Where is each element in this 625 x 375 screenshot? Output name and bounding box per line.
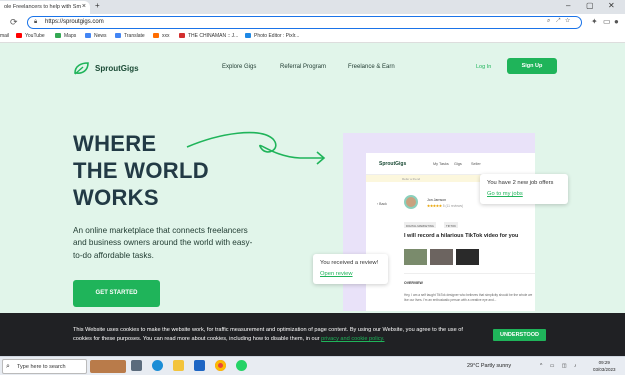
taskbar-search-placeholder: Type here to search xyxy=(17,364,66,370)
signup-button[interactable]: Sign Up xyxy=(507,58,557,74)
nav-explore-gigs[interactable]: Explore Gigs xyxy=(222,64,256,70)
login-link[interactable]: Log In xyxy=(476,64,491,70)
maximize-button[interactable]: ▢ xyxy=(586,1,594,10)
system-tray-icons[interactable]: ^ ▭ ◫ ♪ xyxy=(540,363,579,369)
preview-nav-gigs: Gigs xyxy=(454,162,462,166)
decorative-arrow-icon xyxy=(186,131,326,165)
hero-description: An online marketplace that connects free… xyxy=(73,226,253,260)
edge-icon[interactable] xyxy=(152,360,163,371)
reload-icon[interactable]: ⟳ xyxy=(10,17,18,28)
preview-gallery-image xyxy=(456,249,479,265)
browser-tab-bar: ole Freelancers to help with Sm × + – ▢ … xyxy=(0,0,625,14)
search-highlight-image xyxy=(90,360,126,373)
preview-gallery-image xyxy=(404,249,427,265)
chinaman-icon xyxy=(179,33,185,38)
hero-line-3: WORKS xyxy=(73,185,159,210)
translate-icon xyxy=(115,33,121,38)
extensions-icon[interactable]: ✦ xyxy=(591,17,598,26)
bookmark-mail[interactable]: mail xyxy=(0,33,9,39)
clock-time: 09:29 xyxy=(598,360,610,365)
task-view-icon[interactable] xyxy=(131,360,142,371)
preview-tag-tiktok: TIKTOK xyxy=(444,222,459,228)
cookie-text: This Website uses cookies to make the we… xyxy=(73,327,463,342)
preview-avatar xyxy=(404,195,418,209)
leaf-logo-icon xyxy=(74,62,89,75)
preview-divider xyxy=(404,273,535,274)
windows-taskbar: ⌕ Type here to search 29°C Partly sunny … xyxy=(0,356,625,375)
tab-title: ole Freelancers to help with Sm xyxy=(4,4,82,10)
new-tab-button[interactable]: + xyxy=(95,1,100,10)
nav-freelance-earn[interactable]: Freelance & Earn xyxy=(348,64,395,70)
browser-tab[interactable]: ole Freelancers to help with Sm × xyxy=(0,1,90,14)
address-bar-row: ⟳ 🔒︎ https://sproutgigs.com ⌕↗☆ ✦ ▭ ● xyxy=(0,14,625,31)
news-icon xyxy=(85,33,91,38)
bookmark-pixlr[interactable]: Photo Editor : Pixlr... xyxy=(245,33,299,39)
url-field[interactable]: 🔒︎ https://sproutgigs.com ⌕↗☆ xyxy=(27,16,582,29)
preview-gallery-image xyxy=(430,249,453,265)
go-to-jobs-link[interactable]: Go to my jobs xyxy=(487,189,561,200)
review-text: You received a review! xyxy=(320,260,379,266)
file-explorer-icon[interactable] xyxy=(173,360,184,371)
bookmark-maps[interactable]: Maps xyxy=(55,33,76,39)
cookie-policy-link[interactable]: privacy and cookie policy. xyxy=(321,336,384,342)
get-started-button[interactable]: GET STARTED xyxy=(73,280,160,307)
pixlr-icon xyxy=(245,33,251,38)
preview-nav-seller: Seller xyxy=(471,162,481,166)
mail-icon[interactable] xyxy=(194,360,205,371)
bookmark-chinaman[interactable]: THE CHINAMAN :: J... xyxy=(179,33,238,39)
website-viewport: SproutGigs Explore Gigs Referral Program… xyxy=(0,43,625,313)
preview-nav-my-tasks: My Tasks xyxy=(433,162,449,166)
lock-icon[interactable]: 🔒︎ xyxy=(34,19,37,26)
bookmark-news[interactable]: News xyxy=(85,33,107,39)
preview-logo: SproutGigs xyxy=(379,161,407,167)
bookmarks-bar: mail YouTube Maps News Translate xxx THE… xyxy=(0,31,625,43)
preview-seller-name: Jon Jarnson xyxy=(427,198,447,202)
preview-navbar: SproutGigs My Tasks Gigs Seller xyxy=(366,153,535,175)
preview-back-link: ‹ Back xyxy=(377,202,387,206)
site-logo[interactable]: SproutGigs xyxy=(73,62,139,75)
url-text: https://sproutgigs.com xyxy=(45,19,104,25)
clock-date: 03/03/2023 xyxy=(593,367,616,372)
preview-gig-title: I will record a hilarious TikTok video f… xyxy=(404,233,519,239)
tab-close-icon[interactable]: × xyxy=(82,3,86,10)
bookmark-xxx[interactable]: xxx xyxy=(153,33,170,39)
xxx-icon xyxy=(153,33,159,38)
sidebar-icon[interactable]: ▭ xyxy=(603,17,611,26)
profile-icon[interactable]: ● xyxy=(614,17,619,26)
chrome-icon[interactable] xyxy=(215,360,226,371)
youtube-icon xyxy=(16,33,22,38)
search-icon: ⌕ xyxy=(6,363,10,370)
open-review-link[interactable]: Open review xyxy=(320,269,381,280)
preview-overview-heading: OVERVIEW xyxy=(404,281,423,285)
preview-tag-digital-marketing: DIGITAL MARKETING xyxy=(404,222,436,228)
close-window-button[interactable]: ✕ xyxy=(608,1,615,10)
logo-text: SproutGigs xyxy=(95,64,139,73)
bookmark-youtube[interactable]: YouTube xyxy=(16,33,45,39)
bookmark-translate[interactable]: Translate xyxy=(115,33,145,39)
taskbar-search[interactable]: ⌕ Type here to search xyxy=(2,359,87,374)
minimize-button[interactable]: – xyxy=(566,1,570,10)
cookie-banner: This Website uses cookies to make the we… xyxy=(0,313,625,356)
preview-overview-text: Hey, I am a self taught TikTok designer … xyxy=(404,293,533,302)
maps-icon xyxy=(55,33,61,38)
job-offers-text: You have 2 new job offers xyxy=(487,180,554,186)
review-popup: You received a review! Open review xyxy=(313,254,388,284)
nav-referral-program[interactable]: Referral Program xyxy=(280,64,326,70)
understood-button[interactable]: UNDERSTOOD xyxy=(493,329,546,341)
preview-rating: ★★★★★ 5 (11 reviews) xyxy=(427,204,464,208)
job-offers-popup: You have 2 new job offers Go to my jobs xyxy=(480,174,568,204)
clock[interactable]: 09:29 03/03/2023 xyxy=(593,359,616,373)
whatsapp-icon[interactable] xyxy=(236,360,247,371)
weather-widget[interactable]: 29°C Partly sunny xyxy=(467,363,511,369)
url-actions-icons[interactable]: ⌕↗☆ xyxy=(547,18,575,25)
